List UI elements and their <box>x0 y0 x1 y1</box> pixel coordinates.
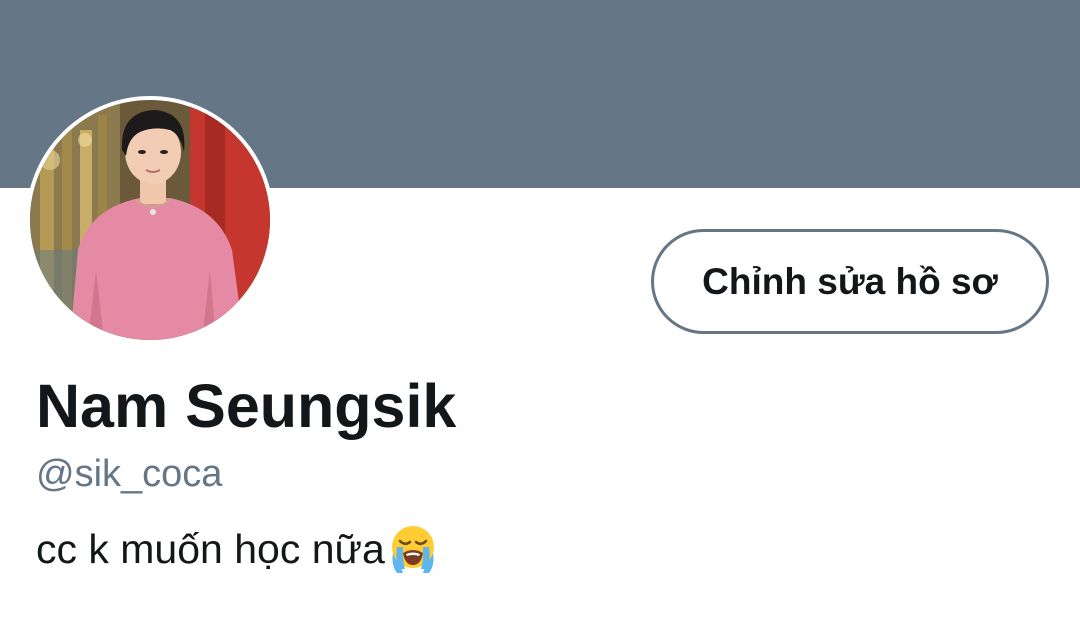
edit-profile-button[interactable]: Chỉnh sửa hồ sơ <box>651 229 1049 334</box>
bio-text: cc k muốn học nữa <box>36 526 385 572</box>
profile-display-name: Nam Seungsik <box>36 372 457 440</box>
avatar-photo <box>30 100 270 340</box>
profile-avatar[interactable] <box>26 96 274 344</box>
profile-bio: cc k muốn học nữa <box>36 522 439 576</box>
profile-handle: @sik_coca <box>36 453 223 495</box>
edit-profile-label: Chỉnh sửa hồ sơ <box>702 260 998 302</box>
loudly-crying-face-icon <box>391 526 434 573</box>
